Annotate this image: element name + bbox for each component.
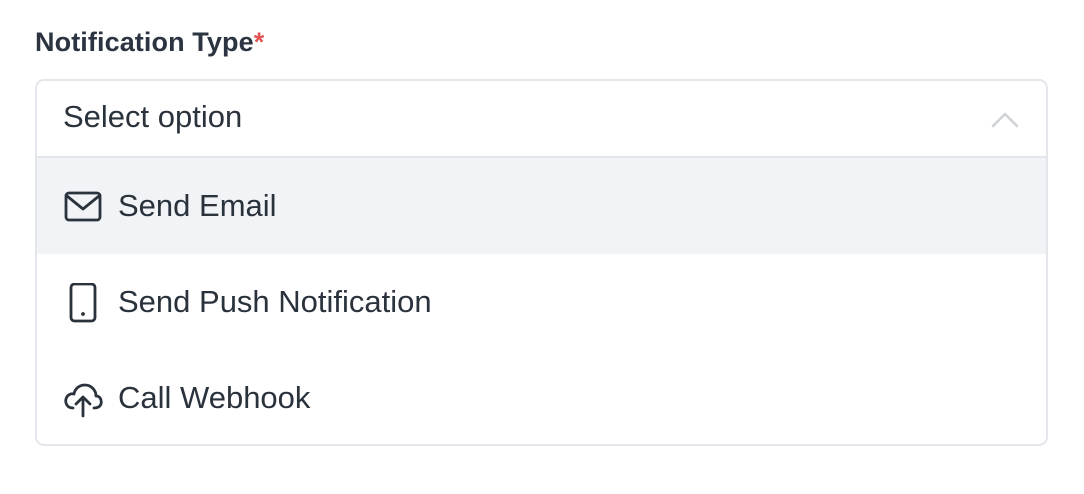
select-value: Select option — [63, 99, 243, 134]
select-header[interactable]: Select option — [37, 81, 1046, 158]
field-label: Notification Type* — [35, 26, 264, 58]
notification-type-select[interactable]: Select option Send Email Send Push Notif… — [35, 79, 1048, 446]
required-mark: * — [253, 27, 265, 57]
chevron-up-icon[interactable] — [990, 105, 1020, 135]
option-label: Send Push Notification — [118, 284, 432, 319]
option-label: Send Email — [118, 188, 277, 223]
option-label: Call Webhook — [118, 380, 311, 415]
field-label-text: Notification Type — [35, 27, 254, 57]
option-call-webhook[interactable]: Call Webhook — [37, 350, 1046, 444]
cloud-upload-icon — [64, 383, 103, 418]
option-send-push-notification[interactable]: Send Push Notification — [37, 254, 1046, 350]
mobile-device-icon — [69, 283, 97, 323]
option-send-email[interactable]: Send Email — [37, 158, 1046, 254]
mail-icon — [64, 191, 102, 222]
